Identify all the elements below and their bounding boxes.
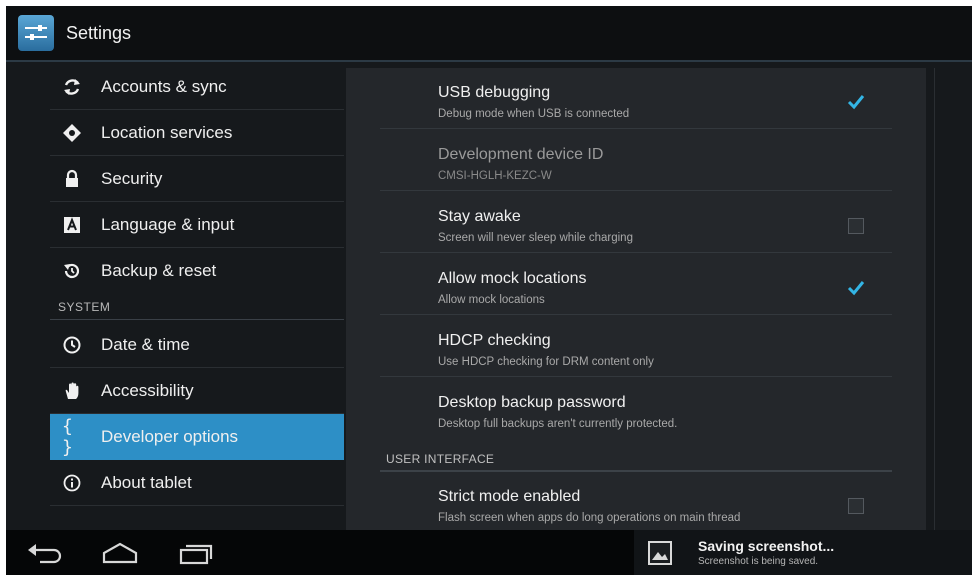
pref-stay-awake[interactable]: Stay awake Screen will never sleep while… [380, 192, 892, 253]
pref-title: Desktop backup password [438, 394, 626, 411]
sidebar-item-label: Date & time [101, 334, 190, 354]
pref-title: HDCP checking [438, 332, 551, 349]
developer-options-pane: USB debugging Debug mode when USB is con… [346, 68, 926, 530]
sidebar-item-label: Location services [101, 122, 233, 142]
section-header-system: SYSTEM [58, 300, 111, 314]
settings-headers-list: Accounts & sync Location services Securi… [50, 64, 346, 530]
sidebar-item-about-tablet[interactable]: About tablet [50, 460, 344, 506]
notification-text: Saving screenshot... Screenshot is being… [698, 538, 834, 567]
checkmark-icon [847, 95, 865, 110]
info-icon [62, 473, 82, 493]
sidebar-item-label: Security [101, 168, 163, 188]
strict-mode-checkbox[interactable] [848, 498, 864, 514]
sidebar-item-location-services[interactable]: Location services [50, 110, 344, 156]
pref-title: Allow mock locations [438, 270, 587, 287]
sidebar-item-label: Backup & reset [101, 261, 217, 280]
home-icon[interactable] [100, 540, 140, 566]
backup-icon [62, 261, 82, 281]
stay-awake-checkbox[interactable] [848, 218, 864, 234]
pref-usb-debugging[interactable]: USB debugging Debug mode when USB is con… [380, 68, 892, 129]
sidebar-item-developer-options[interactable]: { } Developer options [50, 414, 344, 460]
sidebar-item-security[interactable]: Security [50, 156, 344, 202]
notification-title: Saving screenshot... [698, 538, 835, 554]
settings-sliders-icon[interactable] [18, 15, 54, 51]
app-title: Settings [66, 22, 132, 43]
location-icon [62, 123, 82, 143]
clock-icon [62, 335, 82, 355]
pref-summary: Screen will never sleep while charging [438, 232, 633, 244]
sync-icon [62, 77, 82, 97]
usb-debugging-checkbox[interactable] [847, 94, 865, 110]
pref-development-device-id: Development device ID CMSI-HGLH-KEZC-W [380, 130, 892, 191]
hand-icon [62, 381, 82, 401]
sidebar-item-label: Accessibility [101, 380, 194, 400]
sidebar-item-label: Developer options [101, 427, 239, 446]
tablet-screen: Settings Accounts & sync Location servic… [6, 6, 972, 575]
sidebar-item-label: Language & input [101, 214, 235, 234]
pref-summary: Allow mock locations [438, 294, 545, 306]
pref-strict-mode[interactable]: Strict mode enabled Flash screen when ap… [380, 472, 892, 530]
pane-edge [934, 68, 935, 530]
sidebar-item-label: About tablet [101, 472, 192, 492]
sidebar-item-language-input[interactable]: Language & input [50, 202, 344, 248]
pref-title: Stay awake [438, 208, 521, 225]
allow-mock-locations-checkbox[interactable] [847, 280, 865, 296]
image-icon [648, 540, 672, 565]
category-user-interface: USER INTERFACE [386, 452, 495, 466]
back-icon[interactable] [26, 540, 66, 566]
action-bar: Settings [6, 6, 972, 62]
checkmark-icon [847, 281, 865, 296]
section-divider [50, 319, 344, 320]
recents-icon[interactable] [176, 540, 216, 566]
pref-summary: CMSI-HGLH-KEZC-W [438, 170, 552, 182]
pref-summary: Flash screen when apps do long operation… [438, 512, 741, 524]
pref-title: Development device ID [438, 146, 604, 163]
pref-desktop-backup-password[interactable]: Desktop backup password Desktop full bac… [380, 378, 892, 439]
sidebar-item-accessibility[interactable]: Accessibility [50, 368, 344, 414]
pref-summary: Desktop full backups aren't currently pr… [438, 418, 678, 430]
pref-title: Strict mode enabled [438, 488, 581, 505]
sidebar-item-label: Accounts & sync [101, 76, 227, 96]
notification-summary: Screenshot is being saved. [698, 556, 819, 567]
sidebar-item-date-time[interactable]: Date & time [50, 322, 344, 368]
pref-summary: Use HDCP checking for DRM content only [438, 356, 654, 368]
pref-hdcp-checking[interactable]: HDCP checking Use HDCP checking for DRM … [380, 316, 892, 377]
pref-summary: Debug mode when USB is connected [438, 108, 630, 120]
sidebar-item-accounts-sync[interactable]: Accounts & sync [50, 64, 344, 110]
screenshot-notification[interactable]: Saving screenshot... Screenshot is being… [634, 530, 972, 575]
lock-icon [62, 169, 82, 189]
language-icon [62, 215, 82, 235]
braces-icon: { } [62, 416, 73, 458]
sidebar-item-backup-reset[interactable]: Backup & reset [50, 248, 344, 294]
pref-allow-mock-locations[interactable]: Allow mock locations Allow mock location… [380, 254, 892, 315]
pref-title: USB debugging [438, 84, 551, 101]
